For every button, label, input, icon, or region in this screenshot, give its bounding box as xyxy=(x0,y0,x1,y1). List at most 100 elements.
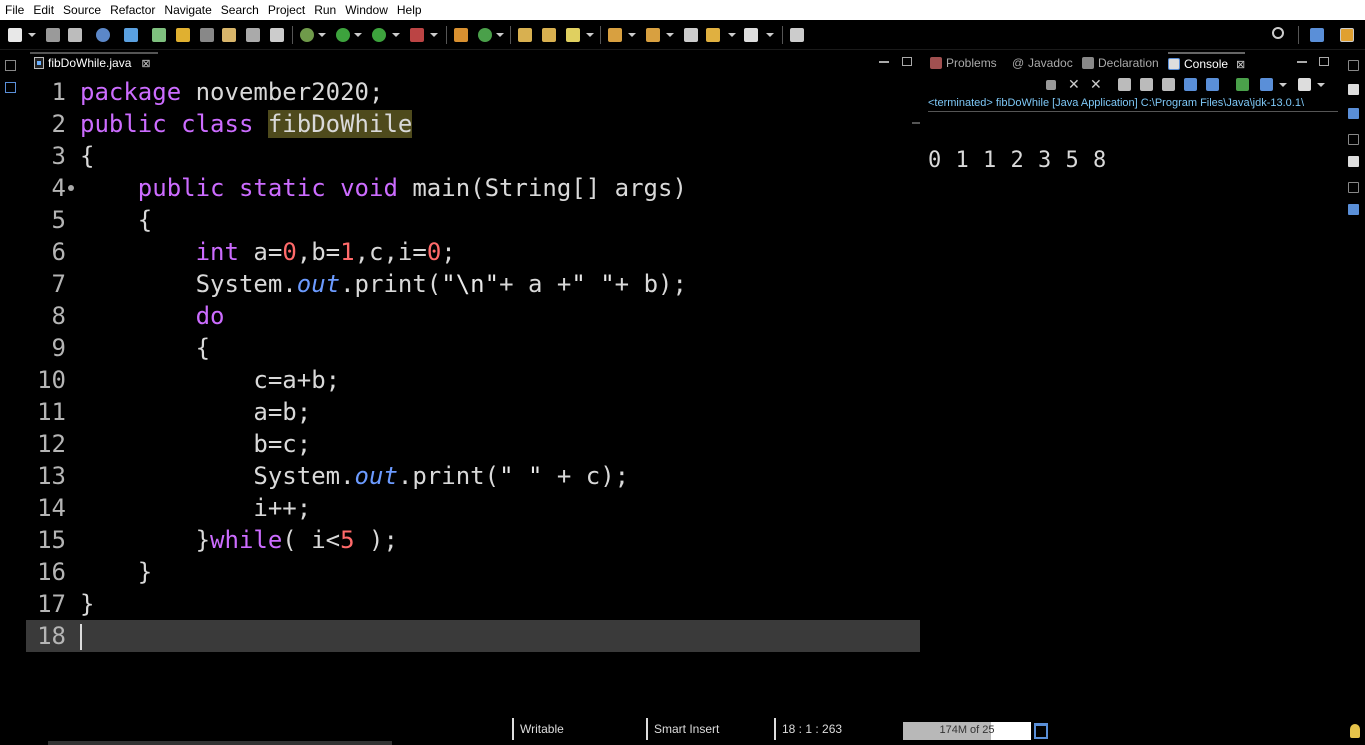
menu-refactor[interactable]: Refactor xyxy=(105,0,159,20)
next-annotation-dropdown-icon[interactable] xyxy=(628,33,636,37)
debug-dropdown-icon[interactable] xyxy=(318,33,326,37)
menu-edit[interactable]: Edit xyxy=(28,0,58,20)
last-edit-location-icon[interactable] xyxy=(684,28,698,42)
problems-icon xyxy=(930,57,942,69)
quick-access-search-icon[interactable] xyxy=(1272,27,1284,39)
close-console-icon[interactable]: ⊠ xyxy=(1236,58,1245,71)
open-task-icon[interactable] xyxy=(124,28,138,42)
terminate-icon[interactable] xyxy=(1046,80,1056,90)
tab-console[interactable]: Console ⊠ xyxy=(1168,52,1246,74)
line-text: System.out.print("\n"+ a +" "+ b); xyxy=(195,270,687,298)
restore-icon[interactable] xyxy=(5,60,16,71)
maximize-icon[interactable] xyxy=(902,57,912,66)
back-dropdown-icon[interactable] xyxy=(728,33,736,37)
open-perspective-icon[interactable] xyxy=(1310,28,1324,42)
show-on-stdout-icon[interactable] xyxy=(1184,78,1197,91)
menu-project[interactable]: Project xyxy=(263,0,309,20)
editor-tab-fibdowhile[interactable]: fibDoWhile.java ⊠ xyxy=(30,52,158,72)
back-icon[interactable] xyxy=(706,28,720,42)
show-whitespace-icon[interactable] xyxy=(270,28,284,42)
open-resource-icon[interactable] xyxy=(542,28,556,42)
menu-source[interactable]: Source xyxy=(58,0,105,20)
tab-javadoc[interactable]: @ Javadoc xyxy=(1012,52,1073,74)
clear-console-icon[interactable] xyxy=(1118,78,1131,91)
pin-console-icon[interactable] xyxy=(1236,78,1249,91)
minimize-icon[interactable] xyxy=(1297,61,1307,63)
new-class-dropdown-icon[interactable] xyxy=(496,33,504,37)
console-view-icon[interactable] xyxy=(1348,156,1359,167)
tab-declaration[interactable]: Declaration xyxy=(1082,52,1159,74)
code-line: 6 int a=0,b=1,c,i=0; xyxy=(26,236,920,268)
pin-editor-icon[interactable] xyxy=(790,28,804,42)
word-wrap-icon[interactable] xyxy=(222,28,236,42)
code-editor[interactable]: 1 package november2020; 2 public class fib… xyxy=(26,76,920,652)
new-icon[interactable] xyxy=(8,28,22,42)
open-type-icon[interactable] xyxy=(518,28,532,42)
close-tab-icon[interactable]: ⊠ xyxy=(141,57,150,70)
package-explorer-icon[interactable] xyxy=(5,82,16,93)
show-source-icon[interactable] xyxy=(246,28,260,42)
minimize-icon[interactable] xyxy=(879,61,889,63)
previous-annotation-icon[interactable] xyxy=(646,28,660,42)
lightbulb-icon[interactable] xyxy=(1350,724,1360,738)
word-wrap-icon[interactable] xyxy=(1162,78,1175,91)
display-console-icon[interactable] xyxy=(1260,78,1273,91)
override-marker-icon[interactable] xyxy=(68,185,74,191)
line-number: 13 xyxy=(37,462,66,490)
new-class-icon[interactable] xyxy=(478,28,492,42)
menu-search[interactable]: Search xyxy=(216,0,263,20)
restore-icon[interactable] xyxy=(1348,134,1359,145)
maximize-icon[interactable] xyxy=(1319,57,1329,66)
skip-breakpoints-icon[interactable] xyxy=(96,28,110,42)
tab-problems[interactable]: Problems xyxy=(930,52,997,74)
toggle-block-selection-icon[interactable] xyxy=(200,28,214,42)
hierarchy-icon[interactable] xyxy=(1348,204,1359,215)
restore-icon[interactable] xyxy=(1348,60,1359,71)
view-tabs: Problems @ Javadoc Declaration Console ⊠ xyxy=(924,52,1340,74)
save-icon[interactable] xyxy=(46,28,60,42)
remove-all-terminated-icon[interactable]: ✕ xyxy=(1090,77,1103,91)
horizontal-scrollbar[interactable] xyxy=(48,741,392,745)
remove-launch-icon[interactable]: ✕ xyxy=(1068,77,1081,91)
search-dropdown-icon[interactable] xyxy=(586,33,594,37)
menu-run[interactable]: Run xyxy=(309,0,340,20)
open-console-dropdown-icon[interactable] xyxy=(1317,83,1325,87)
next-annotation-icon[interactable] xyxy=(608,28,622,42)
task-list-icon[interactable] xyxy=(1348,108,1359,119)
open-console-icon[interactable] xyxy=(1298,78,1311,91)
heap-status[interactable]: 174M of 25 xyxy=(903,722,1031,740)
display-console-dropdown-icon[interactable] xyxy=(1279,83,1287,87)
menu-help[interactable]: Help xyxy=(392,0,426,20)
menu-file[interactable]: File xyxy=(0,0,28,20)
connect-icon[interactable] xyxy=(152,28,166,42)
previous-annotation-dropdown-icon[interactable] xyxy=(666,33,674,37)
new-dropdown-icon[interactable] xyxy=(28,33,36,37)
run-icon[interactable] xyxy=(336,28,350,42)
new-java-project-icon[interactable] xyxy=(454,28,468,42)
save-all-icon[interactable] xyxy=(68,28,82,42)
coverage-icon[interactable] xyxy=(372,28,386,42)
line-text: { xyxy=(137,206,153,234)
toggle-mark-occurrences-icon[interactable] xyxy=(176,28,190,42)
forward-icon[interactable] xyxy=(744,28,758,42)
java-perspective-icon[interactable] xyxy=(1340,28,1354,42)
current-code-line[interactable]: 18 xyxy=(26,620,920,652)
garbage-collect-icon[interactable] xyxy=(1034,723,1048,739)
run-dropdown-icon[interactable] xyxy=(354,33,362,37)
scroll-lock-icon[interactable] xyxy=(1140,78,1153,91)
outline-icon[interactable] xyxy=(1348,84,1359,95)
toolbar-separator xyxy=(1298,26,1299,44)
search-icon[interactable] xyxy=(566,28,580,42)
external-tools-dropdown-icon[interactable] xyxy=(430,33,438,37)
console-output[interactable]: 0 1 1 2 3 5 8 xyxy=(928,148,1107,173)
editor-area: fibDoWhile.java ⊠ 1 package november2020;… xyxy=(26,52,920,714)
forward-dropdown-icon[interactable] xyxy=(766,33,774,37)
external-tools-icon[interactable] xyxy=(410,28,424,42)
menu-navigate[interactable]: Navigate xyxy=(159,0,215,20)
menu-window[interactable]: Window xyxy=(340,0,392,20)
restore-icon[interactable] xyxy=(1348,182,1359,193)
debug-icon[interactable] xyxy=(300,28,314,42)
coverage-dropdown-icon[interactable] xyxy=(392,33,400,37)
at-icon: @ xyxy=(1012,56,1025,70)
show-on-stderr-icon[interactable] xyxy=(1206,78,1219,91)
